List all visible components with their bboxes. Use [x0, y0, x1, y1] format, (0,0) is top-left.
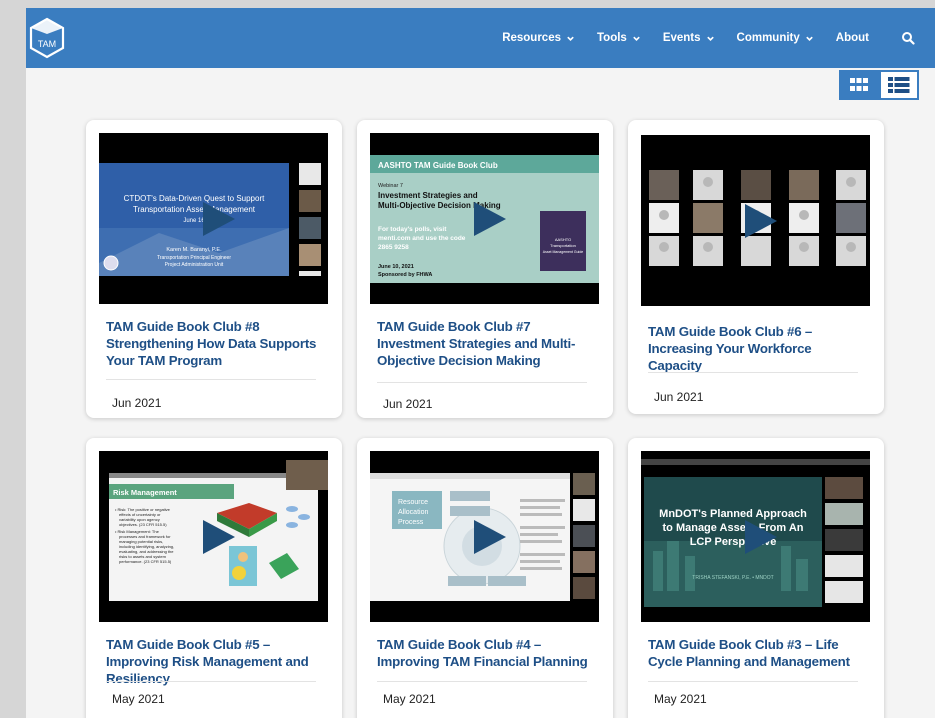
page: TAM Resources Tools Events Community Abo… — [26, 8, 935, 718]
video-thumbnail[interactable]: AASHTO TAM Guide Book Club Webinar 7 Inv… — [370, 133, 599, 304]
video-thumbnail[interactable]: Risk Management • Risk: The positive or … — [99, 451, 328, 622]
card-title[interactable]: TAM Guide Book Club #7 Investment Strate… — [377, 318, 597, 369]
slide-text: Process — [398, 519, 424, 526]
card-date: Jun 2021 — [383, 397, 433, 411]
chevron-down-icon — [633, 36, 640, 41]
slide-text: For today's polls, visit — [378, 226, 447, 233]
slide-text: Webinar 7 — [378, 183, 403, 189]
slide-text: Investment Strategies and — [378, 191, 478, 200]
list-view-button[interactable] — [879, 70, 919, 100]
card-divider — [648, 372, 858, 373]
slide-text: Project Administration Unit — [165, 262, 224, 268]
card-date: May 2021 — [654, 692, 707, 706]
view-toggle — [839, 70, 919, 100]
slide-text: menti.com and use the code — [378, 235, 466, 242]
nav-item-tools[interactable]: Tools — [597, 32, 641, 44]
video-thumbnail[interactable]: CTDOT's Data-Driven Quest to Support Tra… — [99, 133, 328, 304]
video-thumbnail[interactable]: Resource Allocation Process — [370, 451, 599, 622]
slide-text: MnDOT's Planned Approach — [659, 508, 807, 520]
video-card[interactable]: AASHTO TAM Guide Book Club Webinar 7 Inv… — [357, 120, 613, 418]
tam-logo[interactable]: TAM — [28, 16, 66, 60]
nav-item-events[interactable]: Events — [663, 32, 715, 44]
video-card[interactable]: MnDOT's Planned Approach to Manage Asset… — [628, 438, 884, 718]
video-thumbnail[interactable] — [641, 135, 870, 306]
video-card[interactable]: CTDOT's Data-Driven Quest to Support Tra… — [86, 120, 342, 418]
slide-text: Resource — [398, 499, 428, 506]
search-icon[interactable] — [901, 31, 915, 45]
slide-text: Asset Management Guide — [543, 250, 584, 254]
main-nav: Resources Tools Events Community About — [502, 8, 935, 68]
card-title[interactable]: TAM Guide Book Club #4 – Improving TAM F… — [377, 636, 597, 670]
slide-text: TRISHA STEFANSKI, P.E. • MNDOT — [692, 575, 773, 581]
card-title[interactable]: TAM Guide Book Club #6 – Increasing Your… — [648, 323, 868, 374]
slide-text: objectives. (23 CFR 515.5) — [119, 522, 167, 527]
video-thumbnail[interactable]: MnDOT's Planned Approach to Manage Asset… — [641, 451, 870, 622]
slide-text: Karen M. Baranyi, P.E. — [166, 247, 222, 253]
slide-text: to Manage Assets From An — [663, 522, 804, 534]
card-date: Jun 2021 — [654, 390, 704, 404]
slide-text: performance. (23 CFR 515.5) — [119, 559, 172, 564]
video-card[interactable]: Risk Management • Risk: The positive or … — [86, 438, 342, 718]
logo-text: TAM — [38, 39, 56, 49]
nav-item-community[interactable]: Community — [737, 32, 814, 44]
play-icon[interactable] — [202, 519, 235, 554]
nav-item-label: Events — [662, 32, 701, 44]
card-date: May 2021 — [112, 692, 165, 706]
card-divider — [377, 382, 587, 383]
slide-text: AASHTO TAM Guide Book Club — [378, 161, 498, 170]
nav-item-about[interactable]: About — [836, 32, 869, 44]
card-divider — [106, 681, 316, 682]
nav-item-label: Tools — [597, 32, 627, 44]
grid-view-icon — [850, 78, 868, 91]
slide-text: Transportation Principal Engineer — [157, 255, 231, 261]
card-date: Jun 2021 — [112, 396, 162, 410]
nav-item-resources[interactable]: Resources — [502, 32, 575, 44]
nav-item-label: Community — [736, 32, 800, 44]
video-card[interactable]: Resource Allocation Process TAM Guide Bo… — [357, 438, 613, 718]
card-title[interactable]: TAM Guide Book Club #8 Strengthening How… — [106, 318, 326, 369]
slide-text: Sponsored by FHWA — [378, 272, 432, 278]
top-nav-bar: TAM Resources Tools Events Community Abo… — [26, 8, 935, 68]
play-icon[interactable] — [744, 519, 777, 554]
card-date: May 2021 — [383, 692, 436, 706]
card-divider — [648, 681, 858, 682]
slide-text: CTDOT's Data-Driven Quest to Support — [124, 194, 265, 203]
list-view-icon — [888, 77, 910, 93]
play-icon[interactable] — [744, 203, 777, 238]
slide-text: AASHTO — [555, 237, 571, 242]
video-card[interactable]: TAM Guide Book Club #6 – Increasing Your… — [628, 120, 884, 414]
slide-text: Allocation — [398, 509, 428, 516]
play-icon[interactable] — [473, 201, 506, 236]
chevron-down-icon — [706, 36, 714, 41]
slide-text: Risk Management — [113, 488, 177, 497]
card-divider — [106, 379, 316, 380]
card-title[interactable]: TAM Guide Book Club #5 – Improving Risk … — [106, 636, 326, 687]
slide-text: Transportation Asset Management — [133, 205, 256, 214]
slide-text: June 10, 2021 — [378, 264, 414, 270]
nav-item-label: About — [835, 32, 869, 44]
grid-view-button[interactable] — [839, 70, 879, 100]
chevron-down-icon — [567, 36, 574, 41]
slide-text: 2865 9258 — [378, 244, 409, 251]
card-title[interactable]: TAM Guide Book Club #3 – Life Cycle Plan… — [648, 636, 868, 670]
play-icon[interactable] — [473, 519, 506, 554]
play-icon[interactable] — [202, 201, 235, 236]
chevron-down-icon — [806, 36, 813, 41]
nav-item-label: Resources — [502, 32, 561, 44]
card-divider — [377, 681, 587, 682]
slide-text: Transportation — [550, 243, 576, 248]
